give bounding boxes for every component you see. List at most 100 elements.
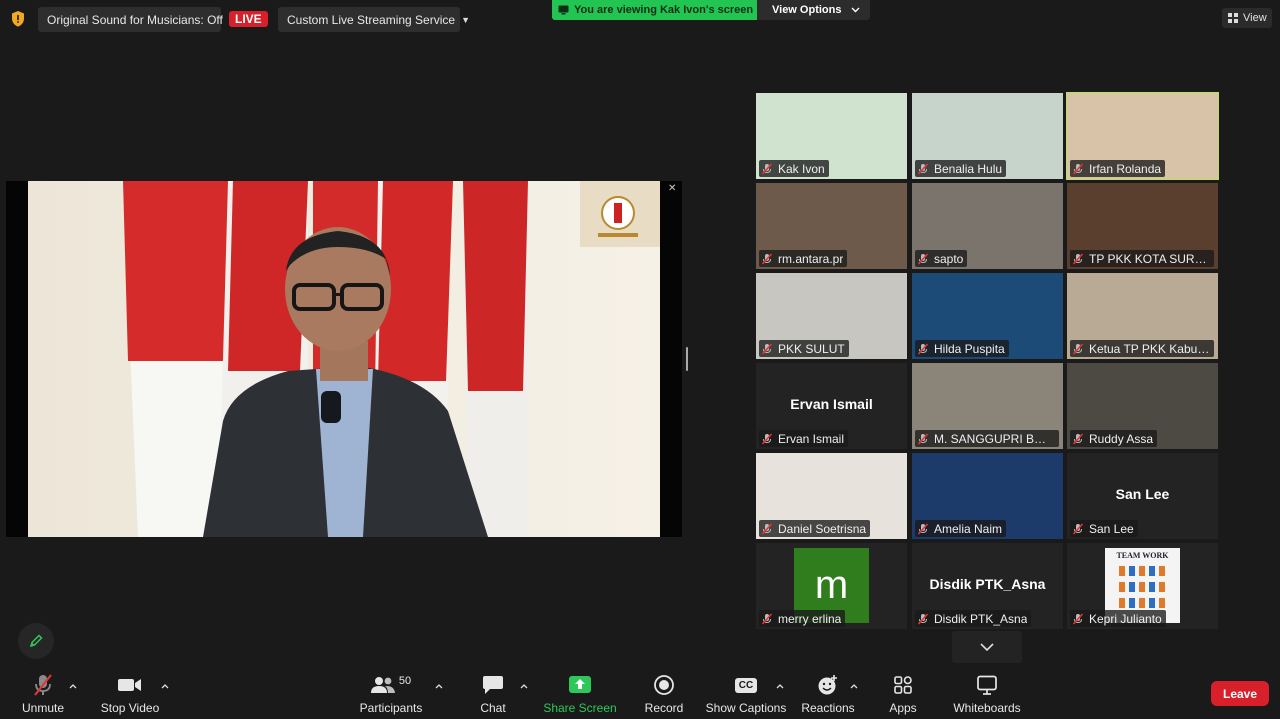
chevron-up-icon[interactable] bbox=[434, 681, 444, 691]
chevron-down-icon: ▼ bbox=[461, 14, 470, 25]
participant-tile[interactable]: Irfan Rolanda bbox=[1066, 92, 1219, 180]
muted-mic-icon bbox=[917, 252, 929, 265]
participant-name: sapto bbox=[934, 251, 964, 266]
muted-mic-icon bbox=[761, 522, 773, 535]
muted-mic-icon bbox=[761, 162, 773, 175]
view-label: View bbox=[1243, 12, 1267, 24]
leave-button[interactable]: Leave bbox=[1211, 681, 1269, 706]
participant-tile[interactable]: Ervan Ismail Ervan Ismail bbox=[756, 363, 907, 449]
participant-name: Ervan Ismail bbox=[778, 431, 845, 446]
shared-video-frame bbox=[28, 181, 660, 537]
participant-display-name: Disdik PTK_Asna bbox=[929, 576, 1046, 592]
participant-name-label: M. SANGGUPRI BOC... bbox=[915, 430, 1059, 447]
participant-name-label: rm.antara.pr bbox=[759, 250, 848, 267]
chevron-up-icon[interactable] bbox=[68, 681, 78, 691]
participant-tile[interactable]: M. SANGGUPRI BOC... bbox=[912, 363, 1063, 449]
captions-icon: CC bbox=[734, 677, 758, 693]
participant-name-label: Ervan Ismail bbox=[759, 430, 849, 447]
streaming-service-label: Custom Live Streaming Service bbox=[287, 12, 456, 27]
poster-figures bbox=[1119, 598, 1166, 608]
participant-name: Irfan Rolanda bbox=[1089, 161, 1162, 176]
whiteboard-icon bbox=[977, 675, 997, 695]
muted-mic-icon bbox=[917, 612, 929, 625]
viewing-screen-banner: You are viewing Kak Ivon's screen bbox=[552, 0, 757, 20]
participant-name-label: Kak Ivon bbox=[759, 160, 829, 177]
muted-mic-icon bbox=[917, 342, 929, 355]
participants-label: Participants bbox=[359, 701, 423, 715]
muted-mic-icon bbox=[917, 522, 929, 535]
participant-tile[interactable]: TP PKK KOTA SURAKA... bbox=[1067, 183, 1218, 269]
stop-video-label: Stop Video bbox=[100, 701, 160, 715]
participant-tile[interactable]: Ruddy Assa bbox=[1067, 363, 1218, 449]
chevron-up-icon[interactable] bbox=[775, 681, 785, 691]
participant-name: Ruddy Assa bbox=[1089, 431, 1154, 446]
participant-name: Disdik PTK_Asna bbox=[934, 611, 1028, 626]
muted-mic-icon bbox=[1072, 342, 1084, 355]
participant-tile[interactable]: Kak Ivon bbox=[756, 93, 907, 179]
show-captions-button[interactable]: CC Show Captions bbox=[706, 672, 786, 716]
unmute-button[interactable]: Unmute bbox=[20, 672, 66, 716]
muted-mic-icon bbox=[917, 162, 929, 175]
chat-button[interactable]: Chat bbox=[476, 672, 510, 716]
participant-name: TP PKK KOTA SURAKA... bbox=[1089, 251, 1210, 266]
share-screen-label: Share Screen bbox=[543, 701, 617, 715]
muted-mic-icon bbox=[761, 612, 773, 625]
participant-tile[interactable]: Hilda Puspita bbox=[912, 273, 1063, 359]
annotate-button[interactable] bbox=[18, 623, 54, 659]
gallery-scroll-down-button[interactable] bbox=[952, 631, 1022, 663]
participant-tile[interactable]: Ketua TP PKK Kabup... bbox=[1067, 273, 1218, 359]
participant-name: Kepri Julianto bbox=[1089, 611, 1162, 626]
reactions-icon bbox=[818, 675, 837, 695]
participant-name: PKK SULUT bbox=[778, 341, 845, 356]
participants-button[interactable]: 50 Participants bbox=[359, 672, 423, 716]
panel-resize-handle[interactable] bbox=[686, 347, 688, 371]
view-options-dropdown[interactable]: View Options bbox=[757, 0, 870, 20]
chevron-up-icon[interactable] bbox=[160, 681, 170, 691]
participant-name: Amelia Naim bbox=[934, 521, 1003, 536]
chevron-up-icon[interactable] bbox=[519, 681, 529, 691]
participant-tile[interactable]: San Lee San Lee bbox=[1067, 453, 1218, 539]
participant-name-label: Hilda Puspita bbox=[915, 340, 1009, 357]
live-badge[interactable]: LIVE bbox=[229, 11, 268, 27]
participant-name-label: Disdik PTK_Asna bbox=[915, 610, 1032, 627]
view-button[interactable]: View bbox=[1222, 8, 1272, 28]
stop-video-button[interactable]: Stop Video bbox=[100, 672, 160, 716]
participant-name-label: Ketua TP PKK Kabup... bbox=[1070, 340, 1214, 357]
streaming-service-dropdown[interactable]: Custom Live Streaming Service ▼ bbox=[278, 7, 470, 32]
muted-mic-icon bbox=[1072, 612, 1084, 625]
apps-button[interactable]: Apps bbox=[886, 672, 920, 716]
whiteboards-button[interactable]: Whiteboards bbox=[952, 672, 1022, 716]
whiteboards-label: Whiteboards bbox=[953, 701, 1021, 715]
participant-tile[interactable]: Amelia Naim bbox=[912, 453, 1063, 539]
participant-tile[interactable]: Daniel Soetrisna bbox=[756, 453, 907, 539]
muted-mic-icon bbox=[34, 674, 52, 696]
participant-name: merry erlina bbox=[778, 611, 842, 626]
participant-name: M. SANGGUPRI BOC... bbox=[934, 431, 1055, 446]
shared-screen[interactable]: ✕ bbox=[6, 181, 682, 537]
participant-tile[interactable]: Disdik PTK_Asna Disdik PTK_Asna bbox=[912, 543, 1063, 629]
apps-icon bbox=[894, 676, 912, 694]
reactions-label: Reactions bbox=[801, 701, 855, 715]
chevron-up-icon[interactable] bbox=[849, 681, 859, 691]
participant-name-label: PKK SULUT bbox=[759, 340, 849, 357]
shared-screen-content bbox=[28, 181, 660, 537]
chat-label: Chat bbox=[480, 701, 506, 715]
participant-tile[interactable]: TEAM WORK Kepri Julianto bbox=[1067, 543, 1218, 629]
participant-name: rm.antara.pr bbox=[778, 251, 844, 266]
record-button[interactable]: Record bbox=[644, 672, 684, 716]
participant-name: Kak Ivon bbox=[778, 161, 825, 176]
shield-icon[interactable] bbox=[8, 9, 28, 29]
participant-name-label: San Lee bbox=[1070, 520, 1138, 537]
share-screen-button[interactable]: Share Screen bbox=[543, 672, 617, 716]
participant-tile[interactable]: PKK SULUT bbox=[756, 273, 907, 359]
participant-tile[interactable]: sapto bbox=[912, 183, 1063, 269]
original-sound-toggle[interactable]: Original Sound for Musicians: Off bbox=[38, 7, 223, 32]
participant-gallery: Kak Ivon Benalia Hulu Irfan Rolanda rm.anta… bbox=[755, 91, 1221, 629]
participant-tile[interactable]: m merry erlina bbox=[756, 543, 907, 629]
chevron-down-icon bbox=[851, 7, 860, 13]
participant-tile[interactable]: Benalia Hulu bbox=[912, 93, 1063, 179]
participant-tile[interactable]: rm.antara.pr bbox=[756, 183, 907, 269]
muted-mic-icon bbox=[917, 432, 929, 445]
close-icon[interactable]: ✕ bbox=[668, 183, 676, 194]
reactions-button[interactable]: Reactions bbox=[801, 672, 855, 716]
